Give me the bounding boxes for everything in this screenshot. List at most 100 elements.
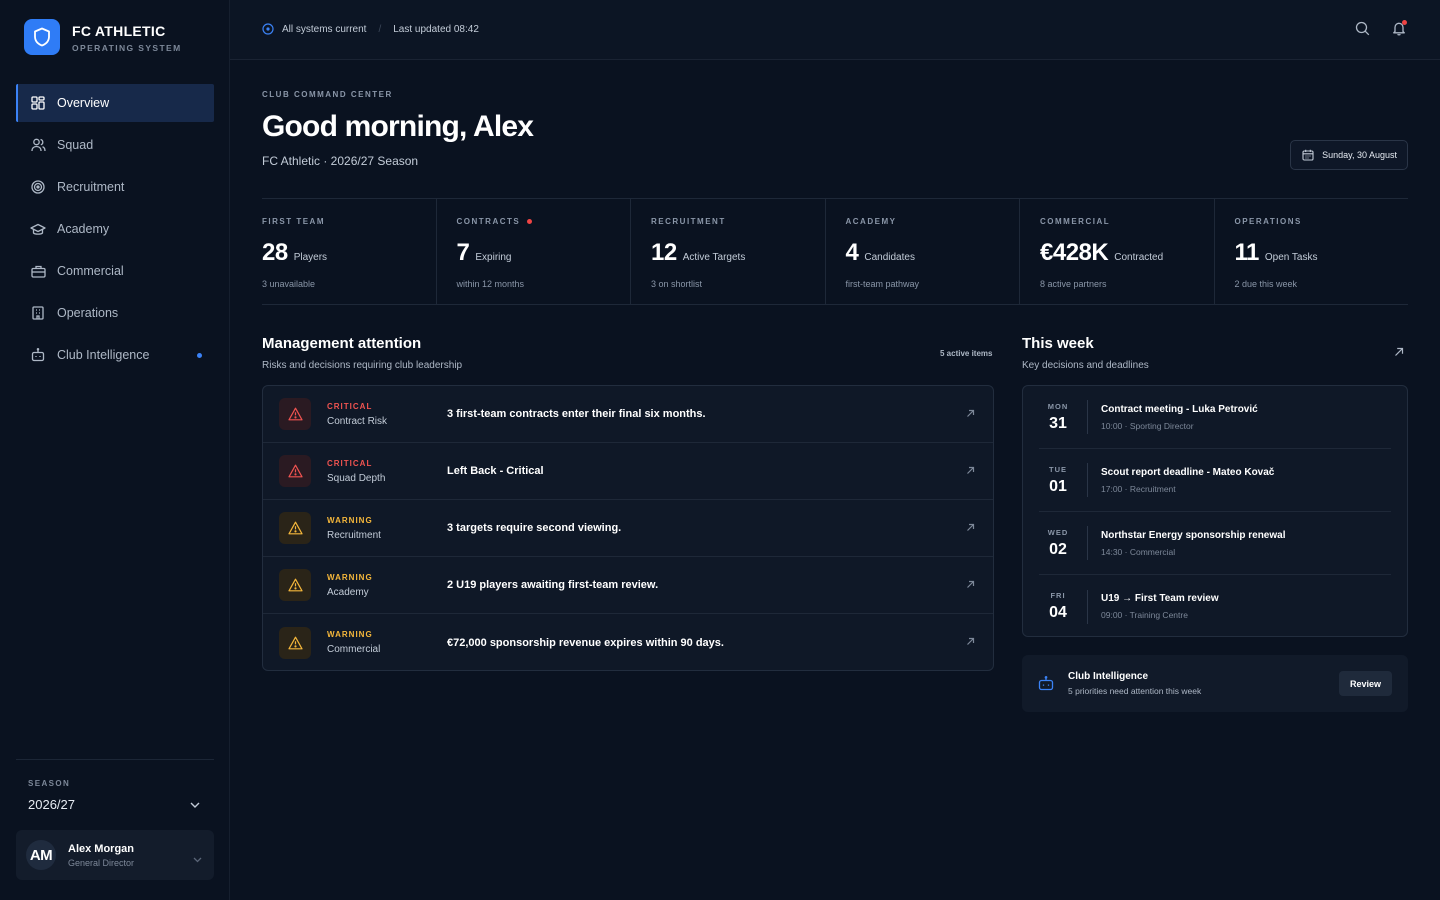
- schedule-item[interactable]: MON 31 Contract meeting - Luka Petrović …: [1039, 386, 1391, 449]
- kpi-label: OPERATIONS: [1234, 217, 1302, 226]
- event-title: Northstar Energy sponsorship renewal: [1101, 529, 1286, 541]
- bell-icon[interactable]: [1392, 20, 1407, 36]
- last-updated: Last updated 08:42: [393, 23, 479, 35]
- kpi-subtext: first-team pathway: [845, 279, 920, 289]
- graduation-cap-icon: [30, 221, 46, 237]
- separator: /: [378, 23, 382, 35]
- briefcase-icon: [30, 263, 46, 279]
- event-detail: 14:30 · Commercial: [1101, 546, 1176, 557]
- attention-item[interactable]: WARNING Academy 2 U19 players awaiting f…: [263, 557, 993, 614]
- sidebar-item-operations[interactable]: Operations: [16, 294, 214, 332]
- day-of-week: TUE: [1049, 464, 1067, 474]
- arrow-up-right-icon[interactable]: [966, 637, 975, 646]
- item-text: 3 targets require second viewing.: [447, 522, 622, 534]
- day-number: 01: [1049, 477, 1067, 495]
- sidebar-item-label: Commercial: [57, 264, 124, 278]
- season-dropdown[interactable]: 2026/27: [28, 797, 214, 812]
- page-eyebrow: CLUB COMMAND CENTER: [262, 90, 393, 99]
- alert-triangle-icon: [279, 569, 311, 601]
- review-button[interactable]: Review: [1338, 671, 1392, 696]
- item-area: Commercial: [327, 644, 381, 655]
- sidebar-item-label: Recruitment: [57, 180, 125, 194]
- kpi-subtext: 2 due this week: [1234, 279, 1298, 289]
- grid-icon: [30, 95, 46, 111]
- notification-dot: [1402, 20, 1407, 25]
- sidebar-item-squad[interactable]: Squad: [16, 126, 214, 164]
- kpi-subtext: 3 unavailable: [262, 279, 316, 289]
- kpi-subtext: within 12 months: [456, 279, 525, 289]
- severity-label: WARNING: [327, 630, 373, 639]
- kpi-label: FIRST TEAM: [262, 217, 325, 226]
- event-detail: 10:00 · Sporting Director: [1101, 420, 1194, 431]
- user-name: Alex Morgan: [68, 842, 135, 855]
- season-selector: SEASON 2026/27: [16, 759, 214, 812]
- kpi-operations[interactable]: OPERATIONS 11 Open Tasks 2 due this week: [1215, 199, 1409, 304]
- sidebar-item-label: Academy: [57, 222, 110, 236]
- alert-triangle-icon: [279, 512, 311, 544]
- alert-dot: [527, 219, 533, 224]
- alert-triangle-icon: [279, 398, 311, 430]
- date-label: Sunday, 30 August: [1322, 150, 1397, 160]
- bot-icon: [30, 347, 46, 363]
- kpi-value: 11: [1234, 239, 1260, 266]
- severity-label: WARNING: [327, 515, 373, 525]
- kpi-unit: Contracted: [1114, 252, 1164, 263]
- week-schedule: MON 31 Contract meeting - Luka Petrović …: [1022, 385, 1408, 637]
- attention-item[interactable]: WARNING Commercial €72,000 sponsorship r…: [263, 614, 993, 670]
- severity-label: CRITICAL: [327, 401, 373, 411]
- club-intelligence-card: Club Intelligence 5 priorities need atte…: [1022, 655, 1408, 712]
- kpi-recruitment[interactable]: RECRUITMENT 12 Active Targets 3 on shortl…: [631, 199, 826, 304]
- arrow-up-right-icon[interactable]: [1394, 347, 1404, 357]
- item-text: 3 first-team contracts enter their final…: [447, 408, 706, 420]
- sidebar-item-overview[interactable]: Overview: [16, 84, 214, 122]
- kpi-value: €428K: [1040, 239, 1109, 266]
- chevron-down-icon: [190, 802, 200, 808]
- kpi-value: 7: [456, 239, 470, 266]
- date-picker-button[interactable]: Sunday, 30 August: [1290, 140, 1408, 170]
- alert-triangle-icon: [279, 455, 311, 487]
- severity-label: CRITICAL: [327, 458, 373, 468]
- event-title: Scout report deadline - Mateo Kovač: [1101, 466, 1275, 478]
- arrow-up-right-icon[interactable]: [966, 523, 975, 532]
- attention-item[interactable]: CRITICAL Contract Risk 3 first-team cont…: [263, 386, 993, 443]
- top-bar: All systems current / Last updated 08:42: [230, 0, 1440, 60]
- section-title: This week: [1022, 335, 1094, 352]
- alert-triangle-icon: [279, 626, 311, 659]
- target-icon: [30, 179, 46, 195]
- sidebar-item-recruitment[interactable]: Recruitment: [16, 168, 214, 206]
- kpi-commercial[interactable]: COMMERCIAL €428K Contracted 8 active part…: [1020, 199, 1215, 304]
- season-label: SEASON: [28, 779, 71, 788]
- item-area: Recruitment: [327, 529, 381, 541]
- arrow-up-right-icon[interactable]: [966, 466, 975, 475]
- day-number: 04: [1049, 604, 1067, 621]
- user-profile-card[interactable]: AM Alex Morgan General Director: [16, 830, 214, 880]
- attention-item[interactable]: CRITICAL Squad Depth Left Back - Critica…: [263, 443, 993, 500]
- schedule-item[interactable]: WED 02 Northstar Energy sponsorship rene…: [1039, 512, 1391, 575]
- schedule-item[interactable]: FRI 04 U19 → First Team review 09:00 · T…: [1039, 575, 1391, 638]
- kpi-value: 4: [845, 239, 859, 266]
- arrow-up-right-icon[interactable]: [966, 580, 975, 589]
- kpi-unit: Expiring: [475, 252, 512, 263]
- sidebar-item-academy[interactable]: Academy: [16, 210, 214, 248]
- divider: [1087, 589, 1088, 624]
- attention-item[interactable]: WARNING Recruitment 3 targets require se…: [263, 500, 993, 557]
- kpi-contracts[interactable]: CONTRACTS 7 Expiring within 12 months: [437, 199, 631, 304]
- sidebar-item-club-intelligence[interactable]: Club Intelligence: [16, 336, 214, 374]
- status-text: All systems current: [282, 23, 367, 35]
- brand-subtitle: OPERATING SYSTEM: [72, 43, 182, 53]
- brand[interactable]: FC ATHLETIC OPERATING SYSTEM: [24, 19, 182, 55]
- sidebar-item-commercial[interactable]: Commercial: [16, 252, 214, 290]
- kpi-first-team[interactable]: FIRST TEAM 28 Players 3 unavailable: [262, 199, 437, 304]
- kpi-subtext: 8 active partners: [1040, 279, 1107, 289]
- notification-dot: [197, 353, 202, 358]
- kpi-label: ACADEMY: [845, 217, 897, 226]
- kpi-row: FIRST TEAM 28 Players 3 unavailable CONTR…: [262, 198, 1408, 305]
- event-title: Contract meeting - Luka Petrović: [1101, 403, 1258, 415]
- status-check-icon: [262, 23, 274, 35]
- kpi-academy[interactable]: ACADEMY 4 Candidates first-team pathway: [826, 199, 1020, 304]
- search-icon[interactable]: [1355, 21, 1370, 36]
- kpi-label: CONTRACTS: [456, 217, 521, 226]
- arrow-up-right-icon[interactable]: [966, 409, 975, 418]
- sidebar-item-label: Operations: [57, 306, 119, 320]
- schedule-item[interactable]: TUE 01 Scout report deadline - Mateo Kov…: [1039, 449, 1391, 512]
